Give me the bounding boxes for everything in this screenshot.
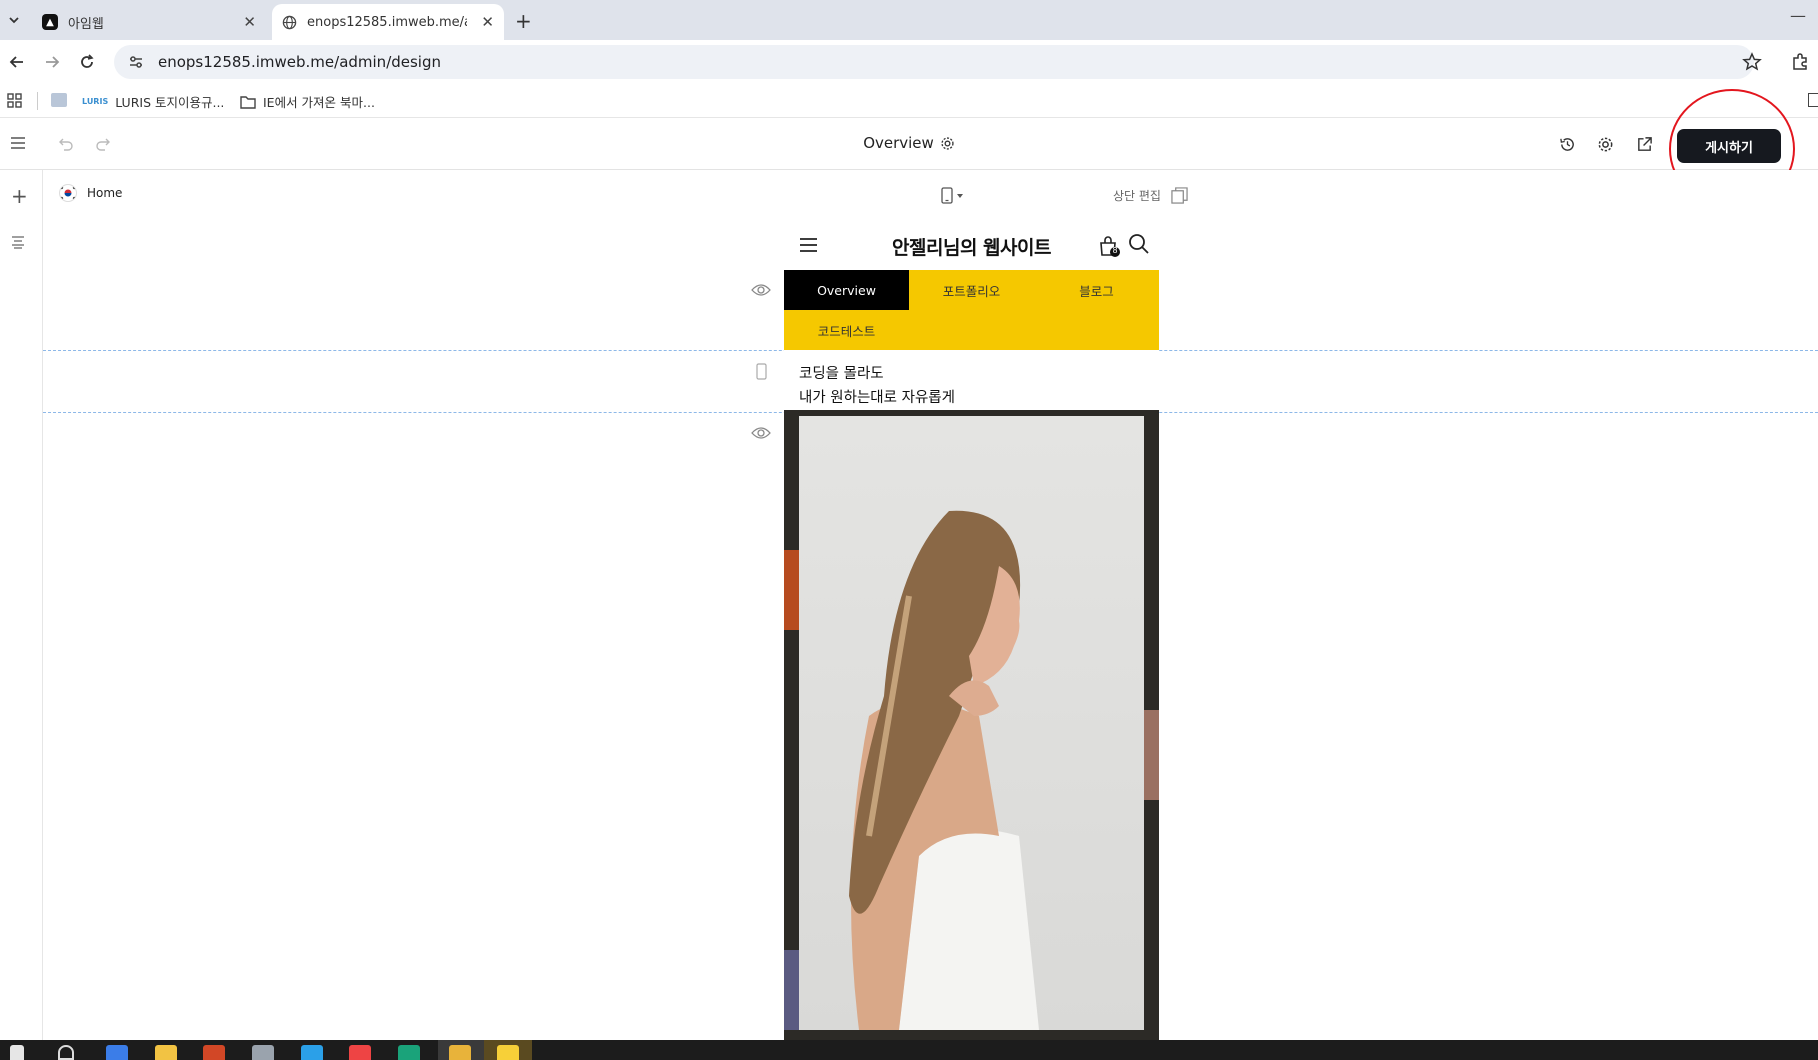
chrome-icon[interactable] [449, 1045, 471, 1060]
reload-icon[interactable] [78, 53, 96, 71]
star-icon[interactable] [1742, 52, 1762, 72]
bookmark-label: IE에서 가져온 북마... [263, 95, 375, 110]
flower-decoration [784, 550, 799, 630]
nav-item-overview[interactable]: Overview [784, 270, 909, 310]
globe-icon [282, 15, 297, 29]
windows-start-icon[interactable] [10, 1045, 24, 1060]
address-bar-row: enops12585.imweb.me/admin/design [0, 40, 1818, 84]
tagline-line: 코딩을 몰라도 [799, 366, 884, 382]
woman-profile-illustration [849, 510, 1039, 1030]
bookmark-folder-icon[interactable] [1808, 93, 1818, 107]
add-icon[interactable]: + [11, 184, 28, 208]
device-toggle[interactable] [941, 187, 964, 204]
hero-photo [799, 416, 1144, 1030]
external-link-icon[interactable] [1636, 136, 1653, 153]
page-title-area: Overview [0, 134, 1818, 152]
eye-icon[interactable] [751, 426, 771, 440]
os-taskbar [0, 1040, 1818, 1060]
tab-title: 아임웹 [68, 16, 104, 32]
site-info-icon[interactable] [128, 54, 144, 70]
nav-item-blog[interactable]: 블로그 [1034, 270, 1159, 310]
copy-icon[interactable] [1171, 187, 1188, 204]
file-explorer-icon[interactable] [155, 1045, 177, 1060]
mobile-device-icon [941, 187, 953, 204]
editor-toolbar: Overview 게시하기 [0, 89, 1818, 209]
imweb-favicon-icon: ▲ [42, 14, 58, 30]
section-edit[interactable]: 상단 편집 [1113, 187, 1188, 204]
app-icon[interactable] [301, 1045, 323, 1060]
chevron-down-icon [957, 193, 963, 198]
site-header[interactable]: 안젤리님의 웹사이트 8 [784, 222, 1159, 270]
address-bar[interactable]: enops12585.imweb.me/admin/design [114, 45, 1754, 79]
history-icon[interactable] [1559, 136, 1576, 153]
flower-decoration [1144, 710, 1159, 800]
tagline-text[interactable]: 코딩을 몰라도 내가 원하는대로 자유롭게 [799, 362, 955, 410]
eye-icon[interactable] [751, 283, 771, 297]
search-icon[interactable] [58, 1045, 74, 1060]
settings-icon[interactable] [940, 136, 955, 151]
flower-decoration [784, 950, 799, 1030]
extensions-icon[interactable] [1790, 52, 1810, 72]
bookmark-label: LURIS 토지이용규... [115, 95, 225, 110]
luris-logo-icon: LURIS [82, 97, 109, 106]
minimize-icon[interactable]: — [1790, 6, 1806, 25]
site-settings-icon[interactable] [1597, 136, 1614, 153]
powerpoint-icon[interactable] [203, 1045, 225, 1060]
cart-count-badge: 8 [1112, 246, 1118, 255]
tagline-line: 내가 원하는대로 자유롭게 [799, 390, 955, 406]
bookmark-divider [37, 92, 38, 110]
back-icon[interactable] [8, 53, 26, 71]
nav-item-portfolio[interactable]: 포트폴리오 [909, 270, 1034, 310]
site-nav: Overview 포트폴리오 블로그 코드테스트 [784, 270, 1159, 350]
app-icon[interactable] [349, 1045, 371, 1060]
copilot-icon[interactable] [106, 1045, 128, 1060]
layers-icon[interactable] [10, 234, 26, 250]
tab-search-icon[interactable] [6, 12, 22, 28]
bookmarks-bar: LURIS LURIS 토지이용규... IE에서 가져온 북마... [0, 84, 1818, 118]
section-edit-label: 상단 편집 [1113, 189, 1161, 203]
page-selector[interactable]: Home [59, 184, 122, 202]
forward-icon[interactable] [43, 53, 61, 71]
bookmark-thumbnail-icon[interactable] [51, 93, 67, 107]
new-tab-icon[interactable]: + [515, 9, 532, 33]
close-icon[interactable]: ✕ [243, 13, 256, 31]
page-title: Overview [863, 134, 934, 152]
close-icon[interactable]: ✕ [481, 13, 494, 31]
app-icon[interactable] [252, 1045, 274, 1060]
url-text[interactable]: enops12585.imweb.me/admin/design [158, 53, 441, 71]
bookmark-luris[interactable]: LURIS LURIS 토지이용규... [82, 92, 224, 111]
hamburger-icon[interactable] [799, 237, 818, 253]
nav-item-code-test[interactable]: 코드테스트 [784, 310, 909, 350]
folder-icon [240, 95, 256, 109]
apps-grid-icon[interactable] [7, 93, 22, 108]
current-page-label: Home [87, 186, 123, 200]
mobile-only-icon[interactable] [756, 363, 767, 380]
tab-imweb[interactable]: ▲ 아임웹 ✕ [34, 4, 266, 40]
bookmark-ie-folder[interactable]: IE에서 가져온 북마... [240, 92, 375, 111]
hero-image-section[interactable] [784, 410, 1159, 1040]
page-title-button[interactable]: Overview [863, 134, 955, 152]
edge-icon[interactable] [398, 1045, 420, 1060]
left-rail: + [0, 170, 43, 1040]
editor-canvas: Home 상단 편집 안젤리님의 웹사이트 8 Overview 포트폴리오 블… [43, 170, 1818, 1040]
tab-title: enops12585.imweb.me/admin/design [307, 14, 467, 30]
kakaotalk-icon[interactable] [497, 1045, 519, 1060]
browser-tab-strip: ▲ 아임웹 ✕ enops12585.imweb.me/admin/design… [0, 0, 1818, 40]
search-icon[interactable] [1128, 233, 1150, 255]
cart-icon[interactable]: 8 [1098, 235, 1122, 259]
korea-flag-icon [59, 184, 77, 202]
mobile-preview: 안젤리님의 웹사이트 8 Overview 포트폴리오 블로그 코드테스트 코딩… [784, 222, 1159, 1040]
tab-admin-design[interactable]: enops12585.imweb.me/admin/design ✕ [272, 4, 504, 40]
